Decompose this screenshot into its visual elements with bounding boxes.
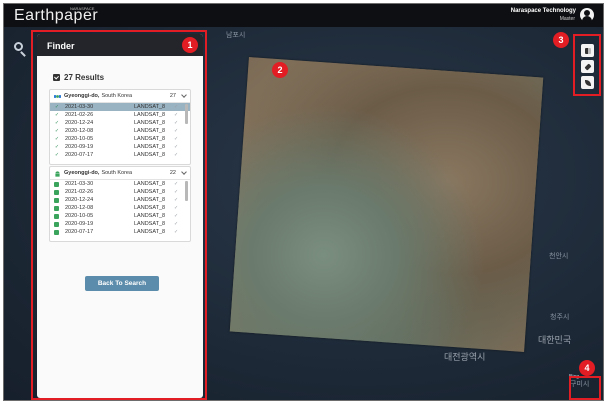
logo-subtitle: NARASPACE xyxy=(70,6,95,11)
search-icon[interactable] xyxy=(12,40,28,57)
callout-badge-2: 2 xyxy=(272,62,288,78)
callout-badge-3: 3 xyxy=(553,32,569,48)
callout-box-finder xyxy=(31,30,207,400)
callout-badge-4: 4 xyxy=(579,360,595,376)
map-label: 대한민국 xyxy=(538,335,572,345)
user-avatar-icon[interactable] xyxy=(580,8,594,22)
map-label: 남포시 xyxy=(226,32,246,39)
callout-box-tools xyxy=(573,34,601,96)
map-label: 대전광역시 xyxy=(444,352,486,362)
app-window: Earthpaper NARASPACE Naraspace Technolog… xyxy=(3,3,604,401)
satellite-scene-image[interactable] xyxy=(229,57,544,352)
user-role: Master xyxy=(559,16,575,22)
callout-box-scale xyxy=(569,376,601,400)
user-name: Naraspace Technology xyxy=(510,8,576,14)
top-bar: Earthpaper NARASPACE Naraspace Technolog… xyxy=(4,4,603,27)
map-label: 청주시 xyxy=(550,314,570,321)
map-label: 천안시 xyxy=(549,253,569,260)
callout-badge-1: 1 xyxy=(182,37,198,53)
